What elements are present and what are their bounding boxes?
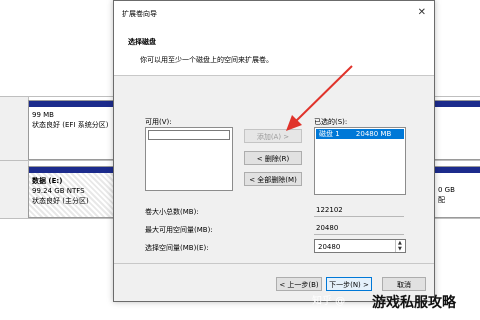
zhihu-watermark: 知乎 @ [312,296,346,307]
site-watermark: 游戏私服攻略 [372,295,456,311]
annotation-arrow-icon [286,65,353,131]
